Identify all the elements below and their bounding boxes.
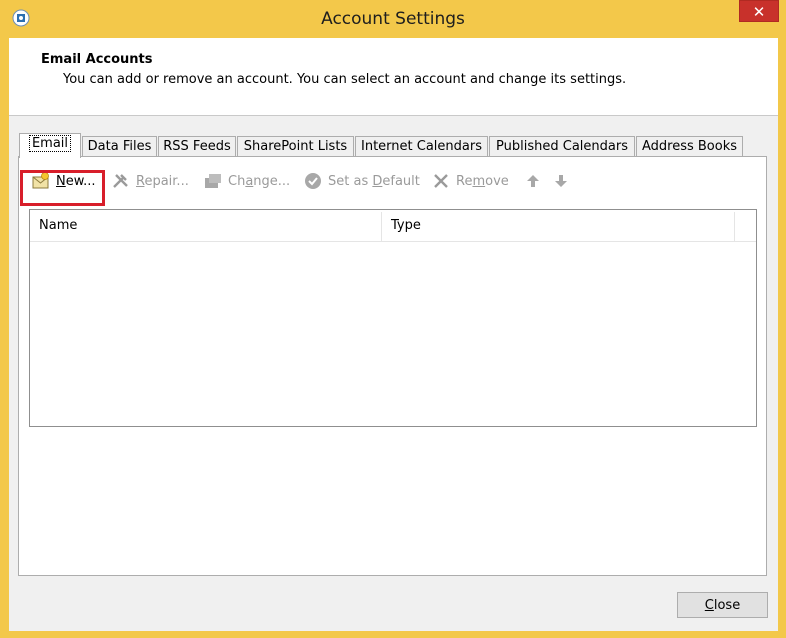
repair-icon	[113, 174, 128, 188]
window-close-button[interactable]: ✕	[739, 0, 779, 22]
tab-published-calendars[interactable]: Published Calendars	[489, 136, 635, 158]
dialog-client: Email Accounts You can add or remove an …	[9, 38, 778, 631]
tab-strip: Email Data Files RSS Feeds SharePoint Li…	[19, 133, 779, 158]
tab-email[interactable]: Email	[19, 133, 81, 158]
change-button-label: Change...	[228, 173, 291, 189]
tab-sharepoint-lists[interactable]: SharePoint Lists	[237, 136, 354, 158]
remove-button[interactable]: Remove	[431, 169, 509, 193]
repair-button[interactable]: Repair...	[111, 169, 189, 193]
header-title: Email Accounts	[41, 52, 153, 67]
repair-button-label: Repair...	[136, 173, 189, 189]
column-divider[interactable]	[734, 212, 735, 242]
window-title: Account Settings	[321, 9, 465, 29]
move-up-button[interactable]	[523, 169, 548, 193]
tab-email-label: Email	[28, 135, 72, 152]
tab-address-books[interactable]: Address Books	[636, 136, 743, 158]
new-button-highlight	[20, 170, 105, 206]
checkmark-icon	[305, 173, 321, 189]
arrow-down-icon	[555, 175, 567, 187]
remove-icon	[434, 174, 448, 188]
tab-internet-calendars[interactable]: Internet Calendars	[355, 136, 488, 158]
arrow-up-icon	[527, 175, 539, 187]
set-as-default-button[interactable]: Set as Default	[303, 169, 420, 193]
email-tab-panel: New... Repair... Change... Set as Defaul…	[18, 156, 767, 576]
accounts-toolbar: New... Repair... Change... Set as Defaul…	[19, 165, 766, 197]
tab-data-files[interactable]: Data Files	[82, 136, 157, 158]
move-down-button[interactable]	[551, 169, 576, 193]
column-header-type[interactable]: Type	[382, 210, 734, 242]
close-button[interactable]: Close	[677, 592, 768, 618]
column-header-name[interactable]: Name	[30, 210, 381, 242]
title-bar: Account Settings ✕	[0, 0, 786, 38]
accounts-list-header: Name Type	[30, 210, 756, 242]
accounts-list[interactable]: Name Type	[29, 209, 757, 427]
change-icon	[205, 174, 221, 188]
set-as-default-button-label: Set as Default	[328, 173, 420, 189]
remove-button-label: Remove	[456, 173, 509, 189]
tab-rss-feeds[interactable]: RSS Feeds	[158, 136, 236, 158]
header-panel: Email Accounts You can add or remove an …	[9, 38, 778, 116]
change-button[interactable]: Change...	[203, 169, 290, 193]
header-description: You can add or remove an account. You ca…	[63, 72, 627, 87]
